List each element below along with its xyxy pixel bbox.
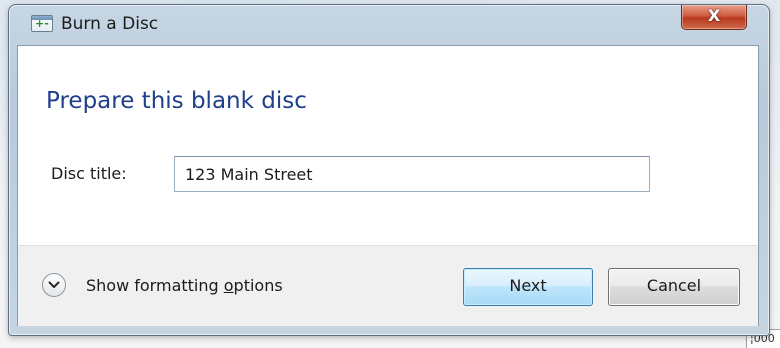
burn-disc-dialog: +- Burn a Disc X Prepare this blank disc… bbox=[8, 4, 770, 336]
app-icon-glyph: +- bbox=[35, 17, 49, 30]
show-formatting-options-label[interactable]: Show formatting options bbox=[86, 276, 283, 295]
dialog-content: Prepare this blank disc Disc title: Show… bbox=[17, 45, 759, 326]
burn-disc-app-icon: +- bbox=[31, 15, 53, 32]
toggle-label-accesskey: o bbox=[223, 275, 234, 295]
window-title: Burn a Disc bbox=[61, 14, 159, 34]
toggle-label-start: Show formatting bbox=[86, 275, 224, 295]
toggle-label-end: ptions bbox=[233, 275, 283, 295]
next-button[interactable]: Next bbox=[463, 268, 593, 306]
dialog-footer: Show formatting options Next Cancel bbox=[18, 245, 758, 326]
disc-title-label: Disc title: bbox=[51, 164, 127, 183]
show-formatting-options-toggle[interactable]: Show formatting options bbox=[42, 270, 283, 300]
disc-title-input[interactable] bbox=[174, 156, 650, 192]
chevron-down-icon[interactable] bbox=[42, 273, 66, 297]
close-button[interactable]: X bbox=[681, 5, 747, 30]
page-heading: Prepare this blank disc bbox=[46, 88, 307, 114]
title-bar[interactable]: +- Burn a Disc X bbox=[9, 5, 769, 45]
close-icon: X bbox=[707, 6, 721, 25]
cancel-button[interactable]: Cancel bbox=[608, 268, 740, 306]
